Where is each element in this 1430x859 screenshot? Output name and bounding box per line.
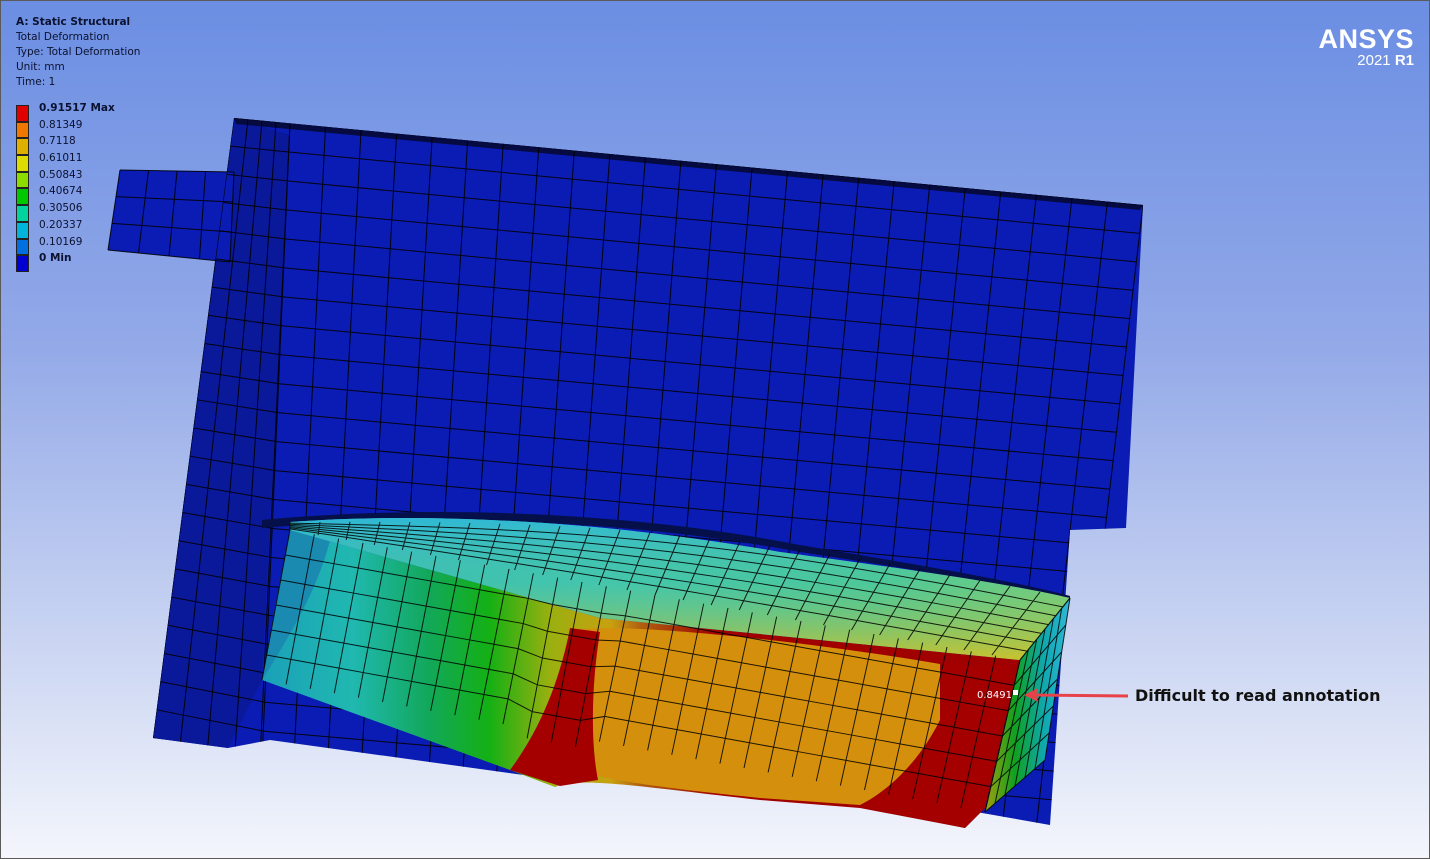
logo-version: 2021 R1 xyxy=(1357,52,1414,69)
legend-swatch xyxy=(16,121,29,139)
ansys-logo: ANSYS 2021 R1 xyxy=(1318,25,1414,69)
legend-swatch xyxy=(16,221,29,239)
result-type: Type: Total Deformation xyxy=(16,46,141,58)
system-title: A: Static Structural xyxy=(16,16,131,28)
legend-swatch xyxy=(16,138,29,156)
result-name: Total Deformation xyxy=(16,31,110,43)
legend-label: 0.61011 xyxy=(39,152,83,165)
legend-label: 0.91517 Max xyxy=(39,102,115,114)
legend-label: 0.50843 xyxy=(39,168,83,181)
legend-label: 0.10169 xyxy=(39,235,83,248)
left-stub xyxy=(108,170,234,262)
legend-label: 0.40674 xyxy=(39,185,83,198)
model-viewport[interactable] xyxy=(0,0,1430,859)
callout-text: Difficult to read annotation xyxy=(1135,686,1381,705)
legend-label: 0.30506 xyxy=(39,202,83,215)
legend-swatch xyxy=(16,105,29,122)
logo-brand: ANSYS xyxy=(1318,24,1414,54)
probe-marker xyxy=(1013,690,1018,695)
legend-swatch xyxy=(16,155,29,172)
legend-label: 0 Min xyxy=(39,252,72,265)
result-unit: Unit: mm xyxy=(16,61,65,73)
result-time: Time: 1 xyxy=(16,76,56,88)
legend-swatch xyxy=(16,205,29,222)
legend-swatch xyxy=(16,188,29,206)
legend-swatch xyxy=(16,255,29,272)
legend-label: 0.20337 xyxy=(39,218,83,231)
legend-label: 0.7118 xyxy=(39,135,76,148)
probe-annotation[interactable]: 0.8491 xyxy=(977,690,1012,701)
result-info: A: Static Structural Total Deformation T… xyxy=(16,15,140,90)
legend-label: 0.81349 xyxy=(39,118,83,131)
legend-swatch xyxy=(16,171,29,189)
fea-model-3d[interactable] xyxy=(0,0,1430,859)
legend-swatch xyxy=(16,238,29,256)
